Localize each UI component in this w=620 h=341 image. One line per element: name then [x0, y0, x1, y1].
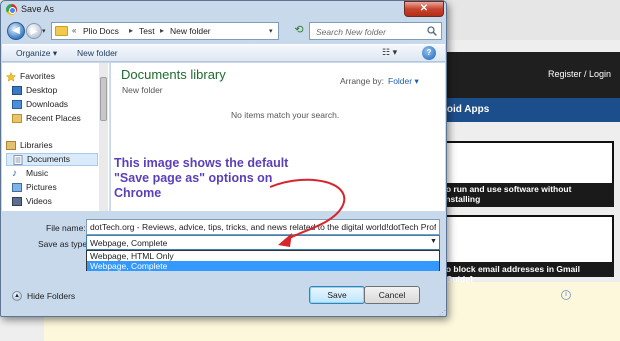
- info-icon[interactable]: i: [561, 290, 571, 300]
- file-name-value: dotTech.org - Reviews, advice, tips, tri…: [90, 222, 436, 232]
- chevron-up-icon: ▲: [12, 291, 22, 301]
- search-icon: [427, 26, 437, 36]
- breadcrumb-test[interactable]: Test: [139, 26, 155, 36]
- videos-icon: [12, 197, 22, 206]
- breadcrumb-plio-docs[interactable]: Plio Docs: [83, 26, 119, 36]
- sidebar-item-documents[interactable]: Documents: [6, 153, 98, 166]
- empty-folder-message: No items match your search.: [231, 110, 340, 120]
- article-card-1-caption[interactable]: to run and use software without installi…: [440, 183, 614, 214]
- background-topbar: [440, 0, 620, 40]
- address-bar[interactable]: « Plio Docs ▸ Test ▸ New folder: [51, 22, 279, 40]
- nav-scrollbar-thumb[interactable]: [100, 77, 107, 121]
- documents-icon: [13, 155, 23, 165]
- option-webpage-complete[interactable]: Webpage, Complete: [87, 261, 439, 271]
- refresh-button[interactable]: ⟲: [290, 23, 308, 39]
- library-title: Documents library: [121, 67, 226, 82]
- option-webpage-html-only[interactable]: Webpage, HTML Only: [87, 251, 439, 261]
- chevron-down-icon[interactable]: ▼: [430, 238, 437, 245]
- save-as-type-value: Webpage, Complete: [90, 238, 168, 248]
- navigation-pane: Favorites Desktop Downloads Recent Place…: [2, 63, 110, 211]
- article-card-2-caption[interactable]: to block email addresses in Gmail [Guide…: [440, 262, 614, 284]
- libraries-icon: [6, 141, 16, 150]
- breadcrumb-separator[interactable]: ▸: [160, 26, 164, 35]
- address-dropdown[interactable]: ▾: [269, 27, 273, 35]
- star-icon: [5, 71, 17, 82]
- search-input[interactable]: Search New folder: [309, 22, 442, 40]
- dialog-titlebar[interactable]: Save As ✕: [1, 1, 446, 19]
- resize-grip-icon[interactable]: ⋰: [439, 309, 446, 317]
- recent-places-icon: [12, 114, 22, 123]
- forward-button[interactable]: ▶: [26, 23, 42, 39]
- command-bar: Organize ▾ New folder ☷ ▾ ?: [2, 44, 445, 62]
- chrome-icon: [6, 4, 17, 15]
- cancel-button[interactable]: Cancel: [364, 286, 420, 304]
- breadcrumb-new-folder[interactable]: New folder: [170, 26, 211, 36]
- annotation-line: This image shows the default: [114, 156, 289, 170]
- arrange-by-dropdown[interactable]: Folder ▾: [388, 76, 419, 87]
- breadcrumb-separator[interactable]: ▸: [129, 26, 133, 35]
- save-as-type-label: Save as type:: [38, 239, 90, 249]
- annotation-arrow: [269, 178, 346, 247]
- breadcrumb-overflow[interactable]: «: [72, 26, 76, 35]
- views-button[interactable]: ☷ ▾: [382, 47, 397, 58]
- music-icon: ♪: [12, 168, 17, 179]
- save-button[interactable]: Save: [309, 286, 365, 304]
- section-title: roid Apps: [443, 104, 490, 115]
- arrange-by-label: Arrange by:: [340, 76, 384, 86]
- folder-icon: [55, 26, 68, 36]
- library-subtitle: New folder: [122, 85, 163, 95]
- save-as-type-options: Webpage, HTML Only Webpage, Complete: [86, 250, 440, 271]
- desktop-icon: [12, 86, 22, 95]
- dialog-title: Save As: [21, 4, 55, 14]
- organize-button[interactable]: Organize ▾: [16, 48, 57, 59]
- pictures-icon: [12, 183, 22, 192]
- file-name-label: File name:: [46, 223, 86, 233]
- help-icon[interactable]: ?: [422, 46, 436, 60]
- downloads-icon: [12, 100, 22, 109]
- register-login-link[interactable]: Register / Login: [548, 69, 611, 79]
- back-button[interactable]: ◀: [7, 22, 25, 40]
- recent-locations-dropdown[interactable]: ▾: [42, 27, 46, 35]
- file-name-field[interactable]: dotTech.org - Reviews, advice, tips, tri…: [86, 219, 440, 235]
- close-button[interactable]: ✕: [404, 1, 444, 17]
- new-folder-button[interactable]: New folder: [77, 48, 118, 58]
- save-as-type-select[interactable]: Webpage, Complete ▼: [86, 235, 440, 250]
- search-placeholder: Search New folder: [316, 27, 386, 37]
